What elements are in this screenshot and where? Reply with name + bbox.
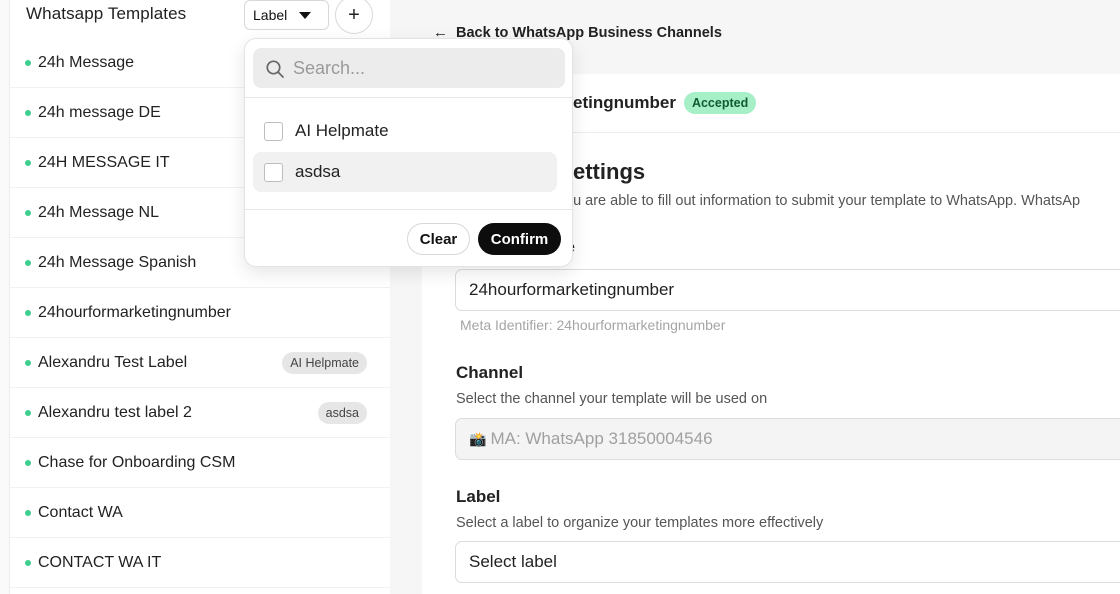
sidebar-header: Whatsapp Templates Label + [10,0,391,38]
status-dot-icon [25,59,31,66]
label-tag: asdsa [317,401,367,424]
label-field-label: Label [456,487,501,506]
label-help: Select a label to organize your template… [456,515,824,531]
label-search [253,48,565,88]
label-option-text: asdsa [295,162,341,181]
label-option[interactable]: AI Helpmate [253,111,557,151]
channel-value: MA: WhatsApp 31850004546 [490,429,713,448]
template-name: Chase for Onboarding CSM [38,453,236,471]
caret-down-icon [299,11,312,19]
status-dot-icon [25,109,31,116]
meta-identifier: Meta Identifier: 24hourformarketingnumbe… [460,317,726,333]
template-list-item[interactable]: Contact WA [10,488,391,538]
channel-label: Channel [456,363,524,382]
status-dot-icon [25,359,31,366]
label-option-text: AI Helpmate [295,121,389,140]
camera-icon: 📸 [469,430,487,447]
template-name: 24hourformarketingnumber [38,303,231,321]
divider [245,209,572,210]
checkbox[interactable] [264,121,283,141]
template-name-input[interactable]: 24hourformarketingnumber [455,269,1120,311]
label-filter-text: Label [253,7,288,23]
clear-button[interactable]: Clear [407,223,470,255]
template-list-item[interactable]: Chase for Onboarding CSM [10,438,391,488]
label-search-input[interactable] [293,52,553,84]
settings-description: ou are able to fill out information to s… [565,193,1081,209]
status-dot-icon [25,459,31,466]
sidebar-title: Whatsapp Templates [26,4,187,23]
status-dot-icon [25,259,31,266]
template-name-value: 24hourformarketingnumber [469,280,675,299]
label-select[interactable]: Select label [455,541,1120,583]
template-list-item[interactable]: Alexandru Test Label AI Helpmate [10,338,391,388]
template-list-item[interactable]: Alexandru test label 2 asdsa [10,388,391,438]
status-dot-icon [25,409,31,416]
status-dot-icon [25,559,31,566]
settings-title: ettings [573,159,646,184]
template-name: 24h Message Spanish [38,253,197,271]
label-option[interactable]: asdsa [253,152,557,192]
template-header: etingnumber Accepted [573,92,757,114]
label-filter-button[interactable]: Label [244,0,329,30]
status-dot-icon [25,159,31,166]
template-name: CONTACT WA IT [38,553,162,571]
template-list-item[interactable]: 24hourformarketingnumber [10,288,391,338]
template-name: 24h message DE [38,103,161,121]
template-name: Alexandru Test Label [38,353,188,371]
template-name: Contact WA [38,503,123,521]
divider [245,97,572,98]
checkbox[interactable] [264,162,283,182]
label-dropdown: AI Helpmate asdsa Clear Confirm [244,38,573,267]
confirm-button[interactable]: Confirm [478,223,561,255]
template-name: 24h Message NL [38,203,159,221]
template-list-item[interactable]: CONTACT WA IT [10,538,391,588]
template-title: etingnumber [573,93,676,112]
channel-help: Select the channel your template will be… [456,391,768,407]
template-name: 24H MESSAGE IT [38,153,170,171]
label-tag: AI Helpmate [282,351,367,374]
label-select-value: Select label [469,552,557,571]
template-name: Alexandru test label 2 [38,403,192,421]
channel-select[interactable]: 📸 MA: WhatsApp 31850004546 [455,418,1120,460]
add-template-button[interactable]: + [335,0,373,34]
status-dot-icon [25,309,31,316]
status-badge: Accepted [683,92,757,114]
plus-icon: + [348,3,360,26]
search-icon [266,60,284,78]
status-dot-icon [25,209,31,216]
status-dot-icon [25,509,31,516]
template-name: 24h Message [38,53,135,71]
